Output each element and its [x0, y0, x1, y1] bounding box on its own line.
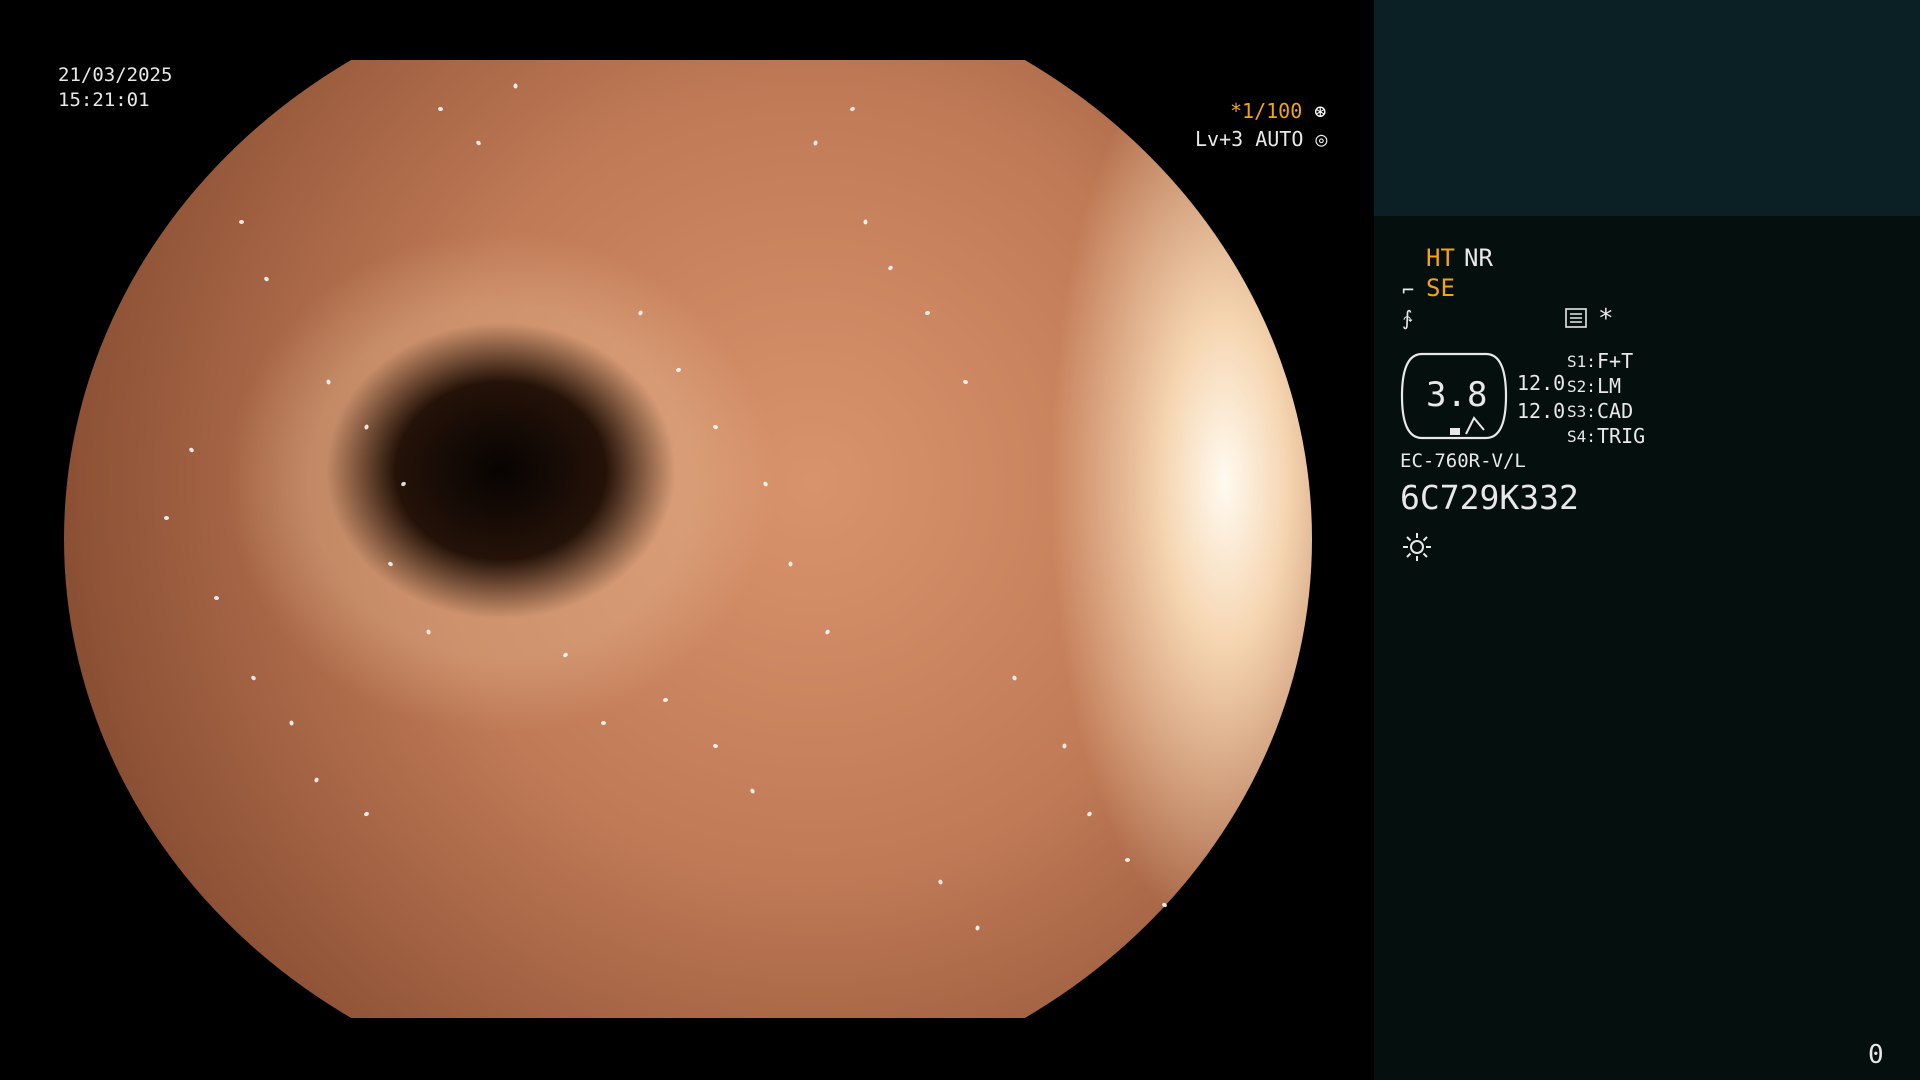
reflection-speck: [1012, 674, 1018, 681]
reflection-speck: [1124, 857, 1131, 862]
reflection-speck: [749, 788, 756, 795]
reflection-speck: [812, 139, 819, 146]
info-sidebar: [1374, 216, 1920, 1080]
mucosa-reflections: [64, 60, 1312, 1018]
reflection-speck: [863, 219, 868, 225]
switch-label: S4:: [1567, 427, 1596, 446]
reflection-speck: [849, 105, 856, 112]
gauge-value-2: 12.0: [1517, 399, 1566, 423]
reflection-speck: [387, 560, 395, 567]
ht-mode: HT: [1426, 244, 1455, 272]
reflection-speck: [600, 720, 606, 726]
reflection-speck: [924, 310, 931, 316]
gauge-value: 3.8: [1426, 375, 1488, 415]
structure-icon: ∱: [1402, 306, 1413, 330]
enhancement-icon: ⌐: [1402, 278, 1415, 302]
reflection-speck: [188, 446, 195, 454]
level-value: Lv+3 AUTO: [1195, 127, 1304, 151]
reflection-speck: [250, 674, 257, 681]
scope-model: EC-760R-V/L: [1400, 450, 1526, 472]
reflection-speck: [937, 879, 943, 886]
gauge-value-1: 12.0: [1517, 371, 1566, 395]
reflection-speck: [961, 378, 969, 385]
reflection-speck: [637, 310, 644, 317]
reflection-speck: [438, 106, 444, 111]
switch-value: TRIG: [1597, 424, 1646, 448]
reflection-speck: [163, 516, 169, 521]
reflection-speck: [712, 743, 719, 749]
reflection-speck: [887, 264, 894, 272]
reflection-speck: [362, 811, 370, 818]
reflection-speck: [238, 220, 244, 225]
time-label: 15:21:01: [58, 89, 150, 111]
endoscope-image: [64, 60, 1312, 1018]
switch-value: F+T: [1597, 349, 1634, 373]
nr-mode: NR: [1464, 244, 1493, 272]
reflection-speck: [288, 720, 294, 726]
reflection-speck: [712, 424, 719, 430]
sidebar-header-panel: [1374, 0, 1920, 216]
switch-value: LM: [1597, 374, 1622, 398]
switch-label: S1:: [1567, 352, 1596, 371]
endoscopic-field: [64, 60, 1312, 1018]
reflection-speck: [974, 924, 981, 931]
reflection-speck: [1062, 743, 1068, 749]
reflection-speck: [425, 629, 432, 636]
reflection-speck: [313, 776, 319, 784]
se-mode: SE: [1426, 274, 1455, 302]
reflection-speck: [213, 595, 219, 601]
shutter-value: *1/100: [1230, 99, 1303, 123]
light-source-icon: [1403, 533, 1431, 561]
memo-icon: [1565, 308, 1587, 328]
date-label: 21/03/2025: [58, 64, 173, 86]
reflection-speck: [400, 481, 407, 488]
reflection-speck: [262, 276, 270, 283]
scope-serial: 6C729K332: [1400, 478, 1579, 517]
reflection-speck: [513, 83, 519, 89]
reflection-speck: [1086, 810, 1094, 818]
reflection-speck: [475, 139, 482, 146]
shutter-speed: *1/100 ⊛: [1230, 99, 1326, 123]
shutter-icon: ⊛: [1302, 99, 1327, 123]
switch-value: CAD: [1597, 399, 1634, 423]
reflection-speck: [562, 651, 569, 658]
reflection-speck: [1161, 902, 1168, 909]
reflection-speck: [762, 480, 769, 488]
reflection-speck: [662, 697, 669, 703]
reflection-speck: [788, 561, 793, 567]
frame-counter: 0: [1868, 1040, 1884, 1070]
brightness-level: Lv+3 AUTO ◎: [1195, 127, 1327, 151]
reflection-speck: [824, 628, 831, 636]
reflection-speck: [325, 378, 332, 385]
switch-label: S2:: [1567, 377, 1596, 396]
reflection-speck: [674, 367, 682, 374]
reflection-speck: [363, 424, 369, 431]
asterisk-mark: *: [1598, 304, 1614, 334]
switch-label: S3:: [1567, 402, 1596, 421]
auto-iris-icon: ◎: [1303, 127, 1328, 151]
